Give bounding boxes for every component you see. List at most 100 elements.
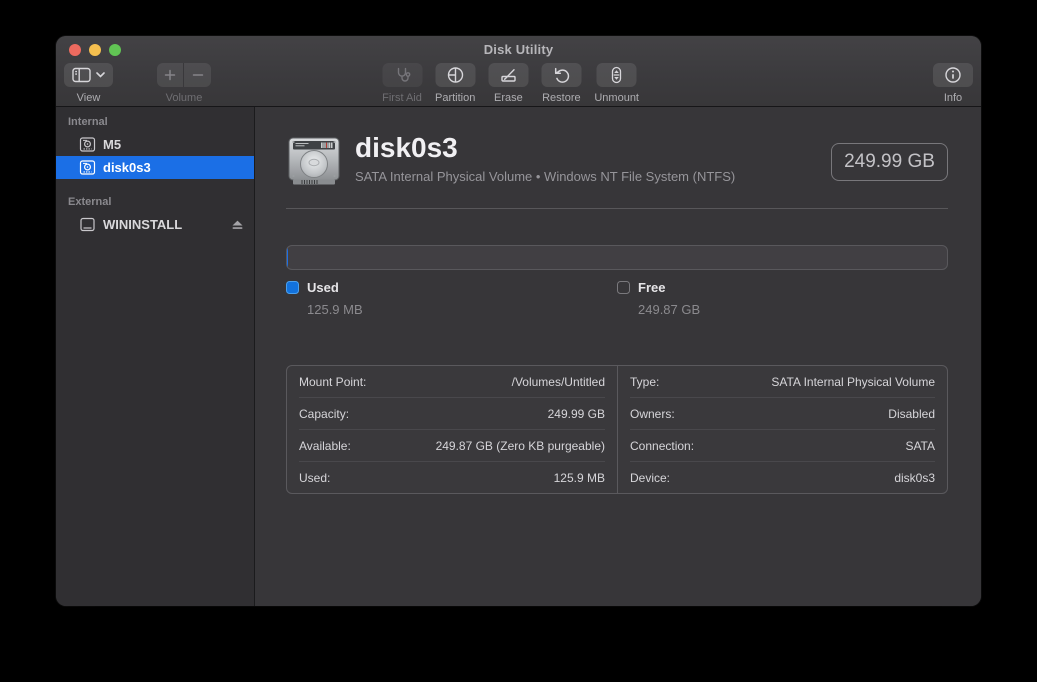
external-volume-icon — [79, 216, 96, 233]
row-label: Type: — [630, 374, 660, 389]
table-row: Type: SATA Internal Physical Volume — [630, 366, 935, 398]
toolbar-info: Info — [933, 63, 973, 104]
sidebar-item-label: M5 — [103, 137, 122, 152]
usage-bar — [286, 245, 948, 270]
volume-title-block: disk0s3 SATA Internal Physical Volume • … — [355, 132, 736, 185]
internal-disk-icon — [79, 159, 96, 176]
table-row: Capacity: 249.99 GB — [299, 398, 605, 430]
row-label: Available: — [299, 438, 351, 453]
minus-icon — [192, 74, 203, 76]
sidebar-section-external: External — [68, 196, 112, 208]
free-swatch — [617, 281, 630, 294]
hard-drive-icon — [286, 133, 342, 189]
chevron-down-icon — [96, 72, 105, 78]
table-row: Owners: Disabled — [630, 398, 935, 430]
toolbar-info-label: Info — [943, 92, 963, 104]
sidebar-item-disk0s3[interactable]: disk0s3 — [56, 156, 254, 179]
row-label: Device: — [630, 470, 671, 485]
info-button[interactable] — [933, 63, 973, 87]
header-divider — [286, 208, 948, 209]
table-row: Used: 125.9 MB — [299, 462, 605, 493]
sidebar-item-label: WININSTALL — [103, 217, 183, 232]
internal-disk-icon — [79, 136, 96, 153]
toolbar-erase: Erase — [488, 63, 529, 104]
free-value: 249.87 GB — [638, 302, 701, 317]
table-row: Connection: SATA — [630, 430, 935, 462]
free-label: Free — [638, 280, 666, 295]
remove-volume-button[interactable] — [184, 63, 211, 87]
legend-used: Used 125.9 MB — [286, 280, 617, 317]
main-pane: disk0s3 SATA Internal Physical Volume • … — [255, 107, 981, 606]
row-value: 249.87 GB (Zero KB purgeable) — [435, 438, 605, 453]
sidebar-item-label: disk0s3 — [103, 160, 151, 175]
toolbar-view-label: View — [76, 92, 101, 104]
sidebar: Internal M5 disk0s3 External WININSTALL — [56, 107, 255, 606]
details-left-column: Mount Point: /Volumes/Untitled Capacity:… — [287, 366, 617, 493]
row-value: disk0s3 — [894, 470, 935, 485]
details-table: Mount Point: /Volumes/Untitled Capacity:… — [286, 365, 948, 494]
partition-pie-icon — [447, 67, 463, 83]
erase-button[interactable] — [488, 63, 529, 87]
toolbar-first-aid-label: First Aid — [382, 92, 422, 104]
volume-subtitle: SATA Internal Physical Volume • Windows … — [355, 169, 736, 184]
row-label: Connection: — [630, 438, 695, 453]
sidebar-section-internal: Internal — [68, 116, 108, 128]
row-value: Disabled — [888, 406, 935, 421]
volume-header: disk0s3 SATA Internal Physical Volume • … — [286, 133, 948, 189]
row-value: SATA — [905, 438, 935, 453]
sidebar-item-m5[interactable]: M5 — [56, 133, 254, 156]
sidebar-item-wininstall[interactable]: WININSTALL — [56, 213, 254, 236]
used-label: Used — [307, 280, 339, 295]
volume-segmented-control — [157, 63, 211, 87]
toolbar-unmount-label: Unmount — [594, 92, 639, 104]
used-swatch — [286, 281, 299, 294]
unmount-button[interactable] — [596, 63, 637, 87]
toolbar-restore-label: Restore — [542, 92, 581, 104]
desktop-background: Disk Utility View Volume First Aid Parti… — [0, 0, 1037, 682]
disk-utility-window: Disk Utility View Volume First Aid Parti… — [56, 36, 981, 606]
legend-free: Free 249.87 GB — [617, 280, 948, 317]
usage-legend: Used 125.9 MB Free 249.87 GB — [286, 280, 948, 317]
row-value: 125.9 MB — [553, 470, 605, 485]
add-volume-button[interactable] — [157, 63, 184, 87]
first-aid-button[interactable] — [382, 63, 422, 87]
volume-name: disk0s3 — [355, 132, 458, 163]
details-right-column: Type: SATA Internal Physical Volume Owne… — [617, 366, 947, 493]
unmount-eject-icon — [612, 66, 622, 84]
used-value: 125.9 MB — [307, 302, 363, 317]
table-row: Mount Point: /Volumes/Untitled — [299, 366, 605, 398]
row-label: Capacity: — [299, 406, 350, 421]
info-icon — [945, 67, 961, 83]
eject-icon — [232, 220, 243, 229]
erase-pencil-icon — [501, 69, 516, 82]
toolbar-volume: Volume — [157, 63, 211, 104]
partition-button[interactable] — [435, 63, 476, 87]
table-row: Available: 249.87 GB (Zero KB purgeable) — [299, 430, 605, 462]
toolbar-volume-label: Volume — [165, 92, 203, 104]
restore-button[interactable] — [541, 63, 582, 87]
restore-arrow-icon — [554, 67, 570, 83]
stethoscope-icon — [397, 67, 410, 82]
row-value: 249.99 GB — [547, 406, 605, 421]
toolbar-view: View — [64, 63, 113, 104]
row-value: /Volumes/Untitled — [511, 374, 605, 389]
row-label: Owners: — [630, 406, 675, 421]
titlebar[interactable]: Disk Utility View Volume First Aid Parti… — [56, 36, 981, 107]
toolbar-partition: Partition — [435, 63, 475, 104]
eject-button[interactable] — [231, 218, 244, 231]
window-body: Internal M5 disk0s3 External WININSTALL … — [56, 107, 981, 606]
toolbar-partition-label: Partition — [435, 92, 476, 104]
table-row: Device: disk0s3 — [630, 462, 935, 493]
window-title: Disk Utility — [483, 42, 554, 57]
toolbar-erase-label: Erase — [493, 92, 523, 104]
toolbar-first-aid: First Aid — [382, 63, 422, 104]
view-button[interactable] — [64, 63, 113, 87]
toolbar-center-group: First Aid Partition Erase Restore Unmoun… — [382, 63, 639, 104]
capacity-badge: 249.99 GB — [831, 143, 948, 181]
row-label: Mount Point: — [299, 374, 367, 389]
plus-icon — [164, 69, 176, 81]
row-label: Used: — [299, 470, 331, 485]
toolbar-unmount: Unmount — [594, 63, 639, 104]
sidebar-panel-icon — [72, 67, 91, 83]
row-value: SATA Internal Physical Volume — [771, 374, 935, 389]
